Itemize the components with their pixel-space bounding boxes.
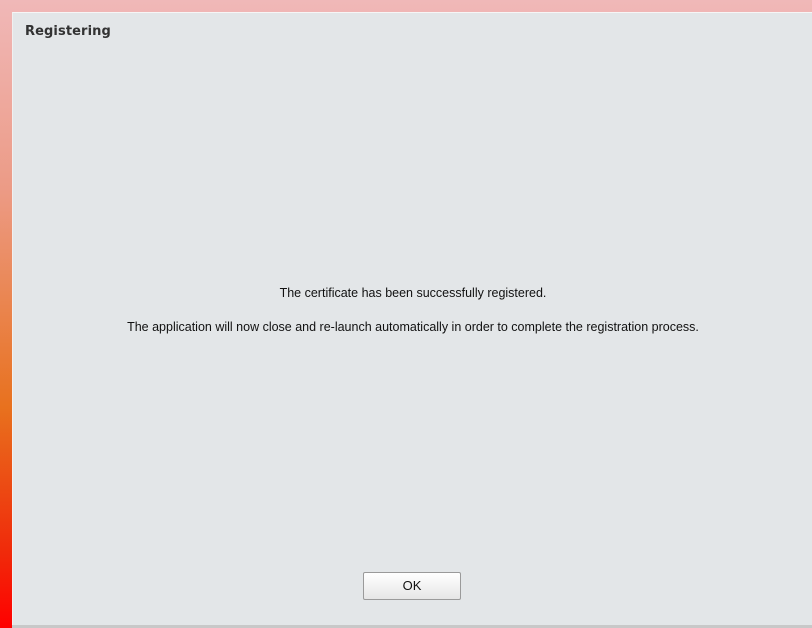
title-bar[interactable]: Registering bbox=[13, 13, 812, 43]
window-title: Registering bbox=[25, 24, 111, 39]
ok-button[interactable]: OK bbox=[363, 572, 461, 600]
success-message: The certificate has been successfully re… bbox=[279, 286, 547, 300]
registering-dialog: Registering The certificate has been suc… bbox=[12, 12, 812, 625]
relaunch-message: The application will now close and re-la… bbox=[127, 320, 699, 334]
